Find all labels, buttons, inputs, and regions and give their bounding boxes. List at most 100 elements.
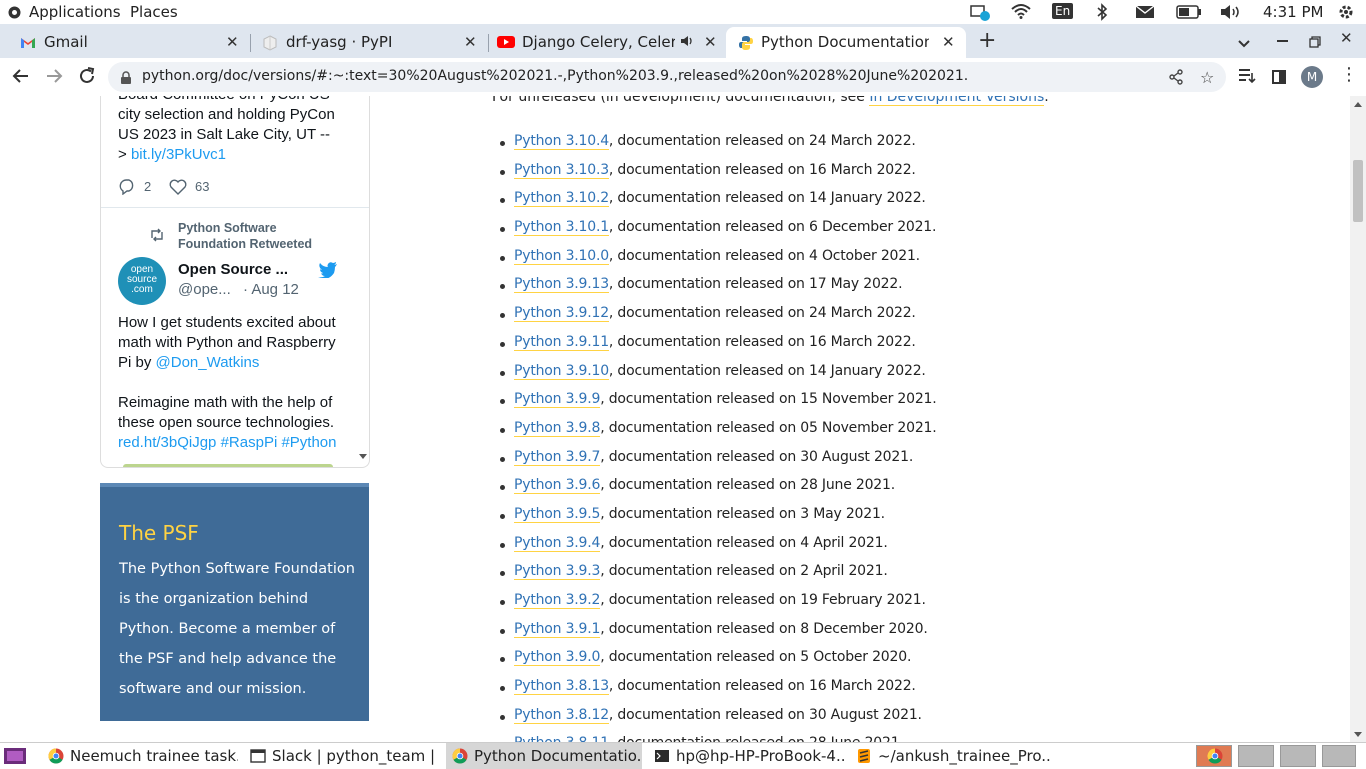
reload-icon[interactable] xyxy=(78,67,96,89)
minimize-window-icon[interactable] xyxy=(1277,40,1288,42)
workspace-1[interactable] xyxy=(1196,745,1232,767)
places-menu[interactable]: Places xyxy=(130,3,178,21)
release-link[interactable]: Python 3.10.3 xyxy=(514,161,609,179)
release-link[interactable]: Python 3.8.13 xyxy=(514,678,609,696)
author-name[interactable]: Open Source ... xyxy=(178,260,288,280)
tab-gmail[interactable]: Gmail ✕ xyxy=(8,27,248,58)
url-text[interactable]: python.org/doc/versions/#:~:text=30%20Au… xyxy=(142,68,968,84)
release-link[interactable]: Python 3.9.0 xyxy=(514,649,600,667)
close-tab-icon[interactable]: ✕ xyxy=(704,33,717,51)
release-link[interactable]: Python 3.9.5 xyxy=(514,505,600,523)
close-window-icon[interactable]: ✕ xyxy=(1340,29,1353,47)
release-link[interactable]: Python 3.9.2 xyxy=(514,592,600,609)
taskbar-item-terminal[interactable]: hp@hp-HP-ProBook-4... xyxy=(648,743,844,769)
release-link[interactable]: Python 3.10.4 xyxy=(514,133,609,150)
profile-avatar[interactable]: M xyxy=(1301,66,1323,88)
bookmark-star-icon[interactable]: ☆ xyxy=(1200,68,1214,87)
audio-playing-icon[interactable] xyxy=(680,34,694,52)
release-link[interactable]: Python 3.10.1 xyxy=(514,219,609,237)
share-icon[interactable] xyxy=(1168,69,1184,89)
release-link[interactable]: Python 3.9.6 xyxy=(514,477,600,495)
release-item: Python 3.9.2, documentation released on … xyxy=(500,592,937,621)
release-text: , documentation released on xyxy=(600,477,801,494)
release-item: Python 3.9.1, documentation released on … xyxy=(500,620,937,650)
release-link[interactable]: Python 3.9.9 xyxy=(514,391,600,409)
back-icon[interactable] xyxy=(12,67,30,89)
show-desktop-icon[interactable] xyxy=(4,748,26,768)
release-item: Python 3.9.6, documentation released on … xyxy=(500,477,937,506)
keyboard-layout-indicator[interactable]: En xyxy=(1052,3,1074,19)
tab-pypi[interactable]: drf-yasg · PyPI ✕ xyxy=(250,27,486,58)
taskbar-item-slack[interactable]: Slack | python_team | ... xyxy=(244,743,440,769)
widget-scroll-down-icon[interactable] xyxy=(359,454,367,459)
restore-window-icon[interactable] xyxy=(1309,33,1321,52)
release-link[interactable]: Python 3.9.11 xyxy=(514,333,609,351)
applications-icon[interactable] xyxy=(8,5,21,23)
taskbar-item-chrome-python-docs[interactable]: Python Documentatio... xyxy=(446,743,642,769)
address-bar[interactable]: python.org/doc/versions/#:~:text=30%20Au… xyxy=(108,62,1226,92)
mail-icon[interactable] xyxy=(1135,5,1155,23)
release-link[interactable]: Python 3.9.7 xyxy=(514,448,600,466)
taskbar-item-sublime[interactable]: ~/ankush_trainee_Pro... xyxy=(850,743,1050,769)
release-link[interactable]: Python 3.9.4 xyxy=(514,534,600,552)
reading-list-icon[interactable] xyxy=(1238,68,1256,88)
release-text: , documentation released on xyxy=(600,391,801,408)
release-text: , documentation released on xyxy=(608,161,809,178)
scrollbar-thumb[interactable] xyxy=(1353,160,1363,222)
tweet-mention[interactable]: @Don_Watkins xyxy=(156,354,260,371)
battery-icon[interactable] xyxy=(1176,5,1202,23)
in-development-link[interactable]: In Development Versions xyxy=(869,96,1045,106)
taskbar-item-chrome-neemuch[interactable]: Neemuch trainee task... xyxy=(42,743,238,769)
twitter-bird-icon[interactable] xyxy=(318,262,338,282)
scroll-up-icon[interactable] xyxy=(1354,102,1362,107)
author-avatar[interactable]: open source .com xyxy=(118,257,166,305)
release-text: . xyxy=(883,534,888,551)
close-tab-icon[interactable]: ✕ xyxy=(464,33,477,51)
volume-icon[interactable] xyxy=(1220,4,1242,24)
lock-icon[interactable] xyxy=(120,70,132,89)
release-link[interactable]: Python 3.9.8 xyxy=(514,419,600,437)
tweet-link[interactable]: bit.ly/3PkUvc1 xyxy=(131,146,226,163)
like-icon[interactable] xyxy=(169,179,187,199)
power-settings-icon[interactable] xyxy=(1337,3,1355,25)
close-tab-icon[interactable]: ✕ xyxy=(226,33,239,51)
side-panel-icon[interactable] xyxy=(1272,69,1286,88)
clock[interactable]: 4:31 PM xyxy=(1263,3,1323,21)
tweet-date[interactable]: · Aug 12 xyxy=(243,280,299,300)
release-link[interactable]: Python 3.8.12 xyxy=(514,706,609,724)
forward-icon[interactable] xyxy=(45,67,63,89)
twitter-timeline-widget[interactable]: Board Committee on PyCon US city selecti… xyxy=(100,96,370,468)
applications-menu[interactable]: Applications xyxy=(29,3,121,21)
hashtag[interactable]: #Python xyxy=(281,434,336,451)
release-link[interactable]: Python 3.9.3 xyxy=(514,563,600,581)
release-link[interactable]: Python 3.9.10 xyxy=(514,362,609,380)
unreleased-note: For unreleased (in development) document… xyxy=(492,96,1049,106)
release-link[interactable]: Python 3.9.13 xyxy=(514,276,609,294)
workspace-4[interactable] xyxy=(1322,745,1356,767)
release-link[interactable]: Python 3.10.0 xyxy=(514,247,609,265)
screen-sharing-icon[interactable] xyxy=(970,3,992,25)
release-item: Python 3.9.5, documentation released on … xyxy=(500,505,937,535)
release-link[interactable]: Python 3.10.2 xyxy=(514,190,609,208)
wifi-icon[interactable] xyxy=(1011,3,1031,23)
release-item: Python 3.9.10, documentation released on… xyxy=(500,362,937,392)
scroll-down-icon[interactable] xyxy=(1354,732,1362,737)
workspace-3[interactable] xyxy=(1280,745,1316,767)
hashtag[interactable]: #RaspPi xyxy=(221,434,278,451)
author-handle[interactable]: @ope... xyxy=(178,280,231,300)
release-link[interactable]: Python 3.9.1 xyxy=(514,620,600,638)
reply-icon[interactable] xyxy=(118,179,136,199)
close-tab-icon[interactable]: ✕ xyxy=(942,33,955,51)
bluetooth-icon[interactable] xyxy=(1096,3,1108,25)
new-tab-icon[interactable]: + xyxy=(978,28,996,53)
tab-search-icon[interactable] xyxy=(1237,34,1251,53)
tab-youtube[interactable]: Django Celery, Celery E ✕ xyxy=(488,27,724,58)
browser-menu-icon[interactable]: ⋮ xyxy=(1340,64,1358,85)
release-link[interactable]: Python 3.9.12 xyxy=(514,305,609,323)
page-scrollbar[interactable] xyxy=(1350,96,1366,742)
workspace-2[interactable] xyxy=(1238,745,1274,767)
tweet-link[interactable]: red.ht/3bQiJgp xyxy=(118,434,216,451)
release-item: Python 3.10.3, documentation released on… xyxy=(500,161,937,191)
tab-python-docs[interactable]: Python Documentation b ✕ xyxy=(726,27,966,58)
release-text: . xyxy=(911,333,916,350)
